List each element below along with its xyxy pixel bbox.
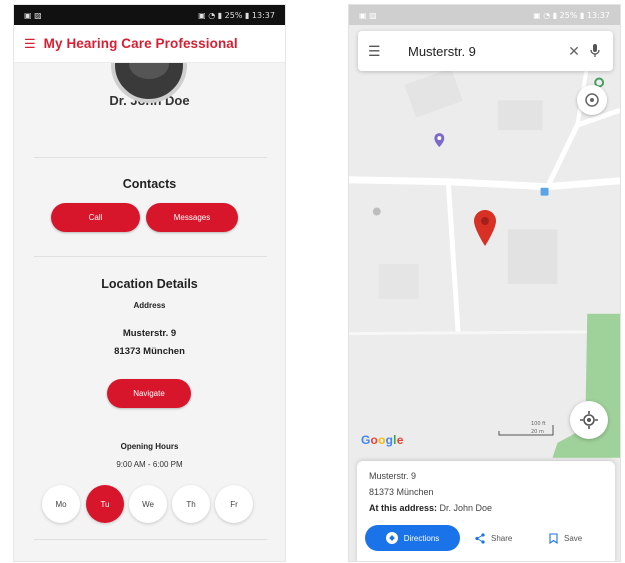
status-bar-right-icons: ▣ ◔ ▮ 25% ▮ 13:37 <box>198 10 275 20</box>
search-input[interactable]: Musterstr. 9 <box>394 44 561 59</box>
save-button[interactable]: Save <box>549 525 582 551</box>
place-info-card: Musterstr. 9 81373 München At this addre… <box>357 461 615 561</box>
location-details-heading: Location Details <box>101 277 198 291</box>
bookmark-icon <box>549 532 558 544</box>
divider <box>34 157 267 158</box>
status-bar-right-icons: ▣ ◔ ▮ 25% ▮ 13:37 <box>533 10 610 20</box>
crosshair-icon <box>580 411 598 429</box>
directions-button[interactable]: Directions <box>365 525 460 551</box>
opening-hours-label: Opening Hours <box>120 442 179 451</box>
share-button[interactable]: Share <box>475 525 512 551</box>
day-wednesday[interactable]: We <box>129 485 167 523</box>
status-bar-left: ▣ ▨ ▣ ◔ ▮ 25% ▮ 13:37 <box>14 5 285 25</box>
microphone-icon[interactable] <box>587 44 603 58</box>
call-button[interactable]: Call <box>51 203 140 232</box>
card-at-address: At this address: Dr. John Doe <box>369 503 492 513</box>
svg-text:20 m: 20 m <box>531 429 544 435</box>
hamburger-menu-icon[interactable]: ☰ <box>24 37 36 50</box>
day-thursday[interactable]: Th <box>172 485 210 523</box>
messages-button[interactable]: Messages <box>146 203 238 232</box>
divider <box>34 539 267 540</box>
map-scale-bar: 100 ft 20 m <box>497 415 557 442</box>
status-bar-right: ▣ ▨ ▣ ◔ ▮ 25% ▮ 13:37 <box>349 5 620 25</box>
at-address-value: Dr. John Doe <box>439 503 493 513</box>
address-city: 81373 München <box>114 346 185 357</box>
close-icon[interactable]: ✕ <box>561 43 587 60</box>
directions-icon <box>385 532 398 544</box>
my-location-button[interactable] <box>570 401 608 439</box>
search-bar[interactable]: ☰ Musterstr. 9 ✕ <box>358 31 613 71</box>
divider <box>34 256 267 257</box>
app-header: ☰ My Hearing Care Professional <box>14 25 285 63</box>
hamburger-menu-icon[interactable]: ☰ <box>368 43 394 60</box>
hearing-care-app-screen: ▣ ▨ ▣ ◔ ▮ 25% ▮ 13:37 ☰ My Hearing Care … <box>13 4 286 562</box>
location-pin-icon[interactable] <box>474 210 496 246</box>
address-label: Address <box>133 301 166 310</box>
share-label: Share <box>491 533 513 543</box>
status-bar-left-icons: ▣ ▨ <box>24 10 42 20</box>
at-address-label: At this address: <box>369 503 438 513</box>
share-icon <box>475 532 485 544</box>
compass-icon[interactable] <box>577 85 607 115</box>
contacts-heading: Contacts <box>122 177 177 191</box>
opening-hours-value: 9:00 AM - 6:00 PM <box>116 460 183 469</box>
status-bar-left-icons: ▣ ▨ <box>359 10 377 20</box>
google-logo: Google <box>361 433 404 447</box>
day-tuesday[interactable]: Tu <box>86 485 124 523</box>
day-monday[interactable]: Mo <box>42 485 80 523</box>
card-city: 81373 München <box>369 487 434 497</box>
address-street: Musterstr. 9 <box>122 328 177 339</box>
card-street: Musterstr. 9 <box>369 471 417 481</box>
directions-label: Directions <box>403 533 440 543</box>
page-title: My Hearing Care Professional <box>43 36 238 51</box>
save-label: Save <box>564 533 583 543</box>
google-maps-screen: ▣ ▨ ▣ ◔ ▮ 25% ▮ 13:37 ☰ Musterstr. 9 ✕ 1… <box>348 4 621 562</box>
svg-text:100 ft: 100 ft <box>531 421 546 427</box>
navigate-button[interactable]: Navigate <box>107 379 191 408</box>
day-friday[interactable]: Fr <box>215 485 253 523</box>
